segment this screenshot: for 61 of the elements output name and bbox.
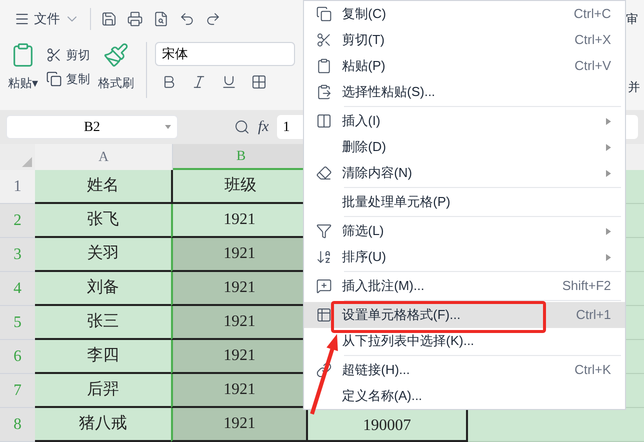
table-cell: 后羿 (35, 374, 173, 408)
paste-button[interactable]: 粘贴▾ (8, 42, 38, 92)
menu-item[interactable]: 超链接(H)... Ctrl+K (342, 357, 625, 383)
sort-icon (316, 249, 332, 265)
row-header[interactable]: 1 (0, 170, 35, 204)
menu-item[interactable]: 定义名称(A)... (342, 383, 625, 409)
eraser-icon (316, 165, 332, 181)
menu-item[interactable]: 剪切(T) Ctrl+X (342, 27, 625, 53)
menu-item[interactable]: 清除内容(N) (342, 160, 625, 186)
menu-item[interactable]: 设置单元格格式(F)... Ctrl+1 (304, 302, 625, 328)
filter-icon (316, 223, 332, 239)
paintbrush-icon (103, 42, 129, 68)
menu-item[interactable]: 插入批注(M)... Shift+F2 (342, 273, 625, 299)
corner-cell[interactable] (0, 144, 35, 170)
clipboard-icon (316, 84, 332, 100)
menu-icon (14, 11, 30, 27)
table-cell: 190007 (308, 408, 468, 442)
table-cell: 张飞 (35, 204, 173, 238)
fx-label[interactable]: fx (258, 116, 269, 138)
cut-button[interactable]: 剪切 (46, 46, 90, 64)
ribbon-button-label[interactable]: 并 (628, 78, 640, 96)
table-cell: 1921 (171, 408, 308, 442)
print-preview-icon[interactable] (153, 11, 169, 27)
comment-icon (316, 278, 332, 294)
underline-icon[interactable] (221, 74, 237, 90)
scissors-icon (46, 47, 62, 63)
table-cell: 李四 (35, 340, 173, 374)
table-cell: 猪八戒 (35, 408, 173, 442)
borders-icon[interactable] (251, 74, 267, 90)
corner-triangle-icon (22, 157, 32, 167)
format-painter-button[interactable]: 格式刷 (98, 42, 134, 92)
menu-item[interactable]: 粘贴(P) Ctrl+V (342, 53, 625, 79)
name-box[interactable]: B2 (6, 115, 178, 139)
copy-button[interactable]: 复制 (46, 70, 90, 88)
menu-item[interactable]: 批量处理单元格(P) (342, 189, 625, 215)
printer-icon[interactable] (127, 11, 143, 27)
menu-item[interactable]: 插入(I) (342, 108, 625, 134)
table-cell: 刘备 (35, 272, 173, 306)
file-menu-button[interactable]: 文件 (14, 9, 80, 29)
ribbon-tab[interactable]: 审 (626, 10, 638, 28)
zoom-icon[interactable] (234, 119, 250, 135)
undo-icon[interactable] (179, 11, 195, 27)
table-icon (316, 307, 332, 323)
table-cell: 张三 (35, 306, 173, 340)
table-cell: 关羽 (35, 238, 173, 272)
italic-icon[interactable] (191, 74, 207, 90)
menu-item[interactable]: 选择性粘贴(S)... (342, 79, 625, 105)
clipboard-icon (316, 58, 332, 74)
menu-item[interactable]: 筛选(L) (342, 218, 625, 244)
scissors-icon (316, 32, 332, 48)
copy-icon (316, 6, 332, 22)
font-field[interactable]: 宋体 (155, 42, 295, 66)
table-cell: 姓名 (35, 170, 173, 204)
menu-item[interactable]: 复制(C) Ctrl+C (342, 1, 625, 27)
insert-cells-icon (316, 113, 332, 129)
menu-item[interactable]: 从下拉列表中选择(K)... (342, 328, 625, 354)
save-icon[interactable] (101, 11, 117, 27)
menu-item[interactable]: 删除(D) (342, 134, 625, 160)
copy-icon (46, 71, 62, 87)
redo-icon[interactable] (205, 11, 221, 27)
menu-item[interactable]: 排序(U) (342, 244, 625, 270)
